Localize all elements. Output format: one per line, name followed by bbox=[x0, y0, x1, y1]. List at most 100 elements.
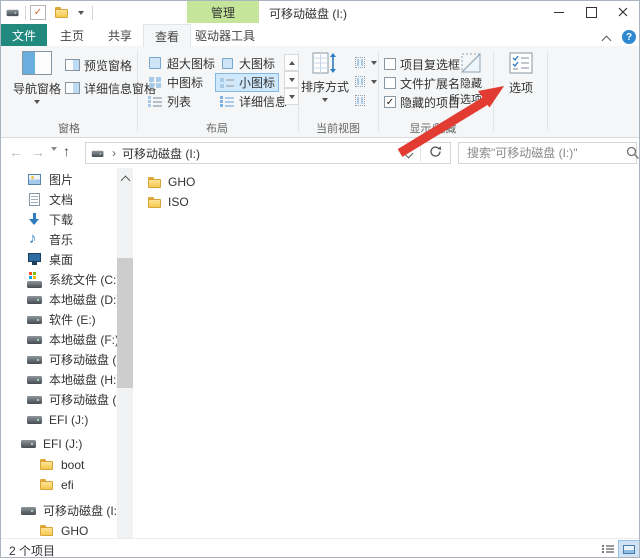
layout-large-icons[interactable]: 大图标 bbox=[215, 54, 279, 73]
sidebar-item-drive-j[interactable]: EFI (J:) bbox=[1, 410, 115, 429]
scroll-up-arrow[interactable] bbox=[122, 173, 129, 187]
up-icon: ↑ bbox=[63, 143, 70, 159]
preview-pane-button[interactable]: 预览窗格 bbox=[65, 56, 132, 74]
tab-home-label: 主页 bbox=[60, 27, 84, 44]
sidebar-item-drive-e[interactable]: 软件 (E:) bbox=[1, 310, 115, 329]
layout-gallery-more-button[interactable] bbox=[284, 88, 299, 105]
sidebar-item-desktop[interactable]: 桌面 bbox=[1, 250, 115, 269]
collapse-ribbon-button[interactable] bbox=[603, 33, 610, 47]
minimize-button[interactable] bbox=[543, 1, 575, 23]
back-button[interactable]: ← bbox=[9, 145, 23, 159]
address-bar[interactable]: › 可移动磁盘 (I:) bbox=[85, 142, 451, 164]
sidebar-item-label: EFI (J:) bbox=[49, 413, 88, 427]
layout-small-icons-selected[interactable]: 小图标 bbox=[215, 73, 279, 92]
search-input[interactable] bbox=[459, 146, 626, 160]
sort-by-button[interactable]: 排序方式 bbox=[300, 51, 350, 102]
divider bbox=[92, 6, 93, 20]
maximize-button[interactable] bbox=[575, 1, 607, 23]
status-bar: 2 个项目 bbox=[1, 538, 639, 558]
chevron-down-icon bbox=[34, 100, 40, 104]
address-dropdown-button[interactable] bbox=[405, 146, 412, 160]
sidebar-tree-efi-j[interactable]: EFI (J:) bbox=[1, 434, 115, 453]
document-icon bbox=[27, 192, 43, 207]
tab-file[interactable]: 文件 bbox=[1, 24, 47, 46]
layout-gallery-up-button[interactable] bbox=[284, 54, 299, 71]
sidebar-tree-efi-folder[interactable]: efi bbox=[1, 475, 115, 494]
breadcrumb-drive-icon bbox=[92, 147, 104, 159]
layout-gallery-down-button[interactable] bbox=[284, 71, 299, 88]
scrollbar-thumb[interactable] bbox=[117, 258, 133, 388]
group-by-button[interactable] bbox=[353, 54, 377, 72]
navigation-pane-button[interactable]: 导航窗格 bbox=[9, 51, 65, 104]
sidebar-item-label: EFI (J:) bbox=[43, 437, 82, 451]
file-item-iso[interactable]: ISO bbox=[147, 193, 237, 211]
close-button[interactable] bbox=[607, 1, 639, 23]
divider bbox=[420, 144, 421, 162]
layout-medium-icons[interactable]: 中图标 bbox=[143, 73, 207, 92]
layout-details[interactable]: 详细信息 bbox=[215, 92, 291, 111]
checkbox-checked-icon: ✓ bbox=[384, 96, 396, 108]
sidebar-item-label: GHO bbox=[61, 524, 88, 538]
up-button[interactable]: ↑ bbox=[63, 144, 70, 158]
breadcrumb-path[interactable]: 可移动磁盘 (I:) bbox=[122, 145, 200, 162]
sidebar-item-label: 软件 (E:) bbox=[49, 311, 96, 328]
sidebar-item-drive-d[interactable]: 本地磁盘 (D:) bbox=[1, 290, 115, 309]
download-icon bbox=[27, 212, 43, 227]
sidebar-item-drive-f[interactable]: 本地磁盘 (F:) bbox=[1, 330, 115, 349]
help-button[interactable]: ? bbox=[622, 30, 636, 44]
qat-properties-button[interactable]: ✓ bbox=[30, 5, 46, 20]
hide-selected-items-button[interactable]: 隐藏 所选项目 bbox=[449, 51, 493, 107]
chevron-down-icon bbox=[371, 80, 377, 84]
sidebar-item-documents[interactable]: 文档 bbox=[1, 190, 115, 209]
layout-extra-large-icons[interactable]: 超大图标 bbox=[143, 54, 219, 73]
tab-share[interactable]: 共享 bbox=[97, 24, 143, 46]
group-divider bbox=[378, 51, 379, 131]
refresh-button[interactable] bbox=[429, 145, 442, 161]
add-columns-icon bbox=[353, 76, 367, 88]
tab-file-label: 文件 bbox=[12, 27, 36, 44]
medium-icons-label: 中图标 bbox=[167, 74, 203, 91]
status-list-view-button[interactable] bbox=[597, 540, 619, 558]
sidebar-item-drive-g[interactable]: 可移动磁盘 (G:) bbox=[1, 350, 115, 369]
size-columns-to-fit-button[interactable] bbox=[353, 92, 367, 110]
sidebar-tree-removable-i[interactable]: 可移动磁盘 (I:) bbox=[1, 501, 115, 520]
sidebar-item-pictures[interactable]: 图片 bbox=[1, 170, 115, 189]
chevron-up-icon bbox=[121, 176, 131, 186]
sidebar-scrollbar[interactable] bbox=[117, 168, 133, 550]
recent-locations-dropdown[interactable] bbox=[51, 151, 57, 165]
triangle-up-icon bbox=[289, 61, 295, 65]
list-view-icon bbox=[602, 544, 614, 554]
chevron-down-icon bbox=[404, 149, 414, 159]
forward-button[interactable]: → bbox=[31, 145, 45, 159]
add-columns-button[interactable] bbox=[353, 73, 377, 91]
layout-list[interactable]: 列表 bbox=[143, 92, 195, 111]
file-item-gho[interactable]: GHO bbox=[147, 173, 237, 191]
tab-view[interactable]: 查看 bbox=[143, 24, 191, 47]
drive-icon bbox=[27, 412, 43, 427]
options-button[interactable]: 选项 bbox=[501, 51, 541, 96]
qat-new-folder-button[interactable] bbox=[54, 5, 70, 20]
drive-icon bbox=[27, 392, 43, 407]
details-view-icon bbox=[219, 95, 235, 108]
system-drive-icon bbox=[27, 272, 43, 287]
triangle-down-icon bbox=[289, 95, 295, 99]
folder-icon bbox=[39, 523, 55, 538]
navigation-pane-icon bbox=[22, 51, 52, 75]
list-view-icon bbox=[147, 95, 163, 108]
status-thumbnail-view-button[interactable] bbox=[618, 540, 640, 558]
sidebar-item-drive-c[interactable]: 系统文件 (C:) bbox=[1, 270, 115, 289]
desktop-icon bbox=[27, 252, 43, 267]
checkbox-unchecked-icon bbox=[384, 58, 396, 70]
forward-icon: → bbox=[31, 144, 45, 160]
sidebar-item-label: 本地磁盘 (H:) bbox=[49, 371, 120, 388]
tab-drive-tools[interactable]: 驱动器工具 bbox=[191, 24, 259, 46]
sidebar-item-music[interactable]: 音乐 bbox=[1, 230, 115, 249]
sidebar-item-drive-i[interactable]: 可移动磁盘 (I:) bbox=[1, 390, 115, 409]
triangle-down-icon bbox=[289, 78, 295, 82]
preview-pane-icon bbox=[65, 59, 80, 71]
sidebar-item-downloads[interactable]: 下载 bbox=[1, 210, 115, 229]
sidebar-item-drive-h[interactable]: 本地磁盘 (H:) bbox=[1, 370, 115, 389]
tab-home[interactable]: 主页 bbox=[47, 24, 97, 46]
sidebar-tree-boot-folder[interactable]: boot bbox=[1, 455, 115, 474]
qat-customize-dropdown[interactable] bbox=[78, 11, 84, 15]
